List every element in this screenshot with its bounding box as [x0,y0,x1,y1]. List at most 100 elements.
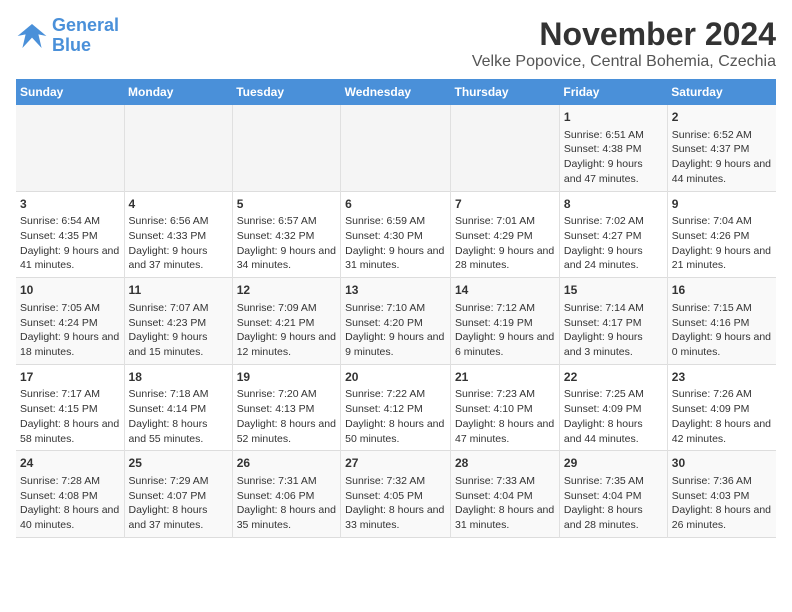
day-number: 5 [237,196,336,213]
day-number: 28 [455,455,555,472]
day-info: Sunrise: 7:31 AM Sunset: 4:06 PM Dayligh… [237,474,336,533]
day-info: Sunrise: 6:52 AM Sunset: 4:37 PM Dayligh… [672,128,772,187]
calendar-cell [16,105,124,191]
day-info: Sunrise: 7:18 AM Sunset: 4:14 PM Dayligh… [129,387,228,446]
day-info: Sunrise: 7:22 AM Sunset: 4:12 PM Dayligh… [345,387,446,446]
day-number: 9 [672,196,772,213]
calendar-cell: 26 Sunrise: 7:31 AM Sunset: 4:06 PM Dayli… [232,451,340,538]
day-info: Sunrise: 7:15 AM Sunset: 4:16 PM Dayligh… [672,301,772,360]
calendar-cell [451,105,560,191]
day-info: Sunrise: 7:20 AM Sunset: 4:13 PM Dayligh… [237,387,336,446]
day-info: Sunrise: 7:33 AM Sunset: 4:04 PM Dayligh… [455,474,555,533]
page-title: November 2024 [472,16,776,53]
header-thursday: Thursday [451,79,560,105]
calendar-cell: 23Sunrise: 7:26 AM Sunset: 4:09 PM Dayli… [667,364,776,451]
day-number: 2 [672,109,772,126]
day-info: Sunrise: 7:28 AM Sunset: 4:08 PM Dayligh… [20,474,120,533]
title-block: November 2024 Velke Popovice, Central Bo… [472,16,776,71]
day-number: 4 [129,196,228,213]
day-number: 30 [672,455,772,472]
day-number: 15 [564,282,663,299]
calendar-cell: 27 Sunrise: 7:32 AM Sunset: 4:05 PM Dayli… [341,451,451,538]
day-number: 26 [237,455,336,472]
calendar-cell: 25 Sunrise: 7:29 AM Sunset: 4:07 PM Dayli… [124,451,232,538]
day-info: Sunrise: 7:26 AM Sunset: 4:09 PM Dayligh… [672,387,772,446]
day-info: Sunrise: 7:29 AM Sunset: 4:07 PM Dayligh… [129,474,228,533]
day-number: 19 [237,369,336,386]
page-subtitle: Velke Popovice, Central Bohemia, Czechia [472,53,776,71]
day-info: Sunrise: 7:09 AM Sunset: 4:21 PM Dayligh… [237,301,336,360]
calendar-cell: 16 Sunrise: 7:15 AM Sunset: 4:16 PM Dayli… [667,278,776,365]
calendar-cell: 4Sunrise: 6:56 AM Sunset: 4:33 PM Daylig… [124,191,232,278]
calendar-cell: 8Sunrise: 7:02 AM Sunset: 4:27 PM Daylig… [559,191,667,278]
day-number: 24 [20,455,120,472]
day-info: Sunrise: 7:07 AM Sunset: 4:23 PM Dayligh… [129,301,228,360]
day-number: 25 [129,455,228,472]
day-number: 13 [345,282,446,299]
day-number: 23 [672,369,772,386]
day-number: 10 [20,282,120,299]
calendar-cell: 18Sunrise: 7:18 AM Sunset: 4:14 PM Dayli… [124,364,232,451]
day-info: Sunrise: 7:10 AM Sunset: 4:20 PM Dayligh… [345,301,446,360]
calendar-cell: 12 Sunrise: 7:09 AM Sunset: 4:21 PM Dayli… [232,278,340,365]
day-info: Sunrise: 7:05 AM Sunset: 4:24 PM Dayligh… [20,301,120,360]
calendar-cell: 14Sunrise: 7:12 AM Sunset: 4:19 PM Dayli… [451,278,560,365]
page-header: General Blue November 2024 Velke Popovic… [16,16,776,71]
day-info: Sunrise: 7:14 AM Sunset: 4:17 PM Dayligh… [564,301,663,360]
day-number: 1 [564,109,663,126]
calendar-cell: 2 Sunrise: 6:52 AM Sunset: 4:37 PM Daylig… [667,105,776,191]
calendar-cell: 10 Sunrise: 7:05 AM Sunset: 4:24 PM Dayli… [16,278,124,365]
calendar-cell: 17Sunrise: 7:17 AM Sunset: 4:15 PM Dayli… [16,364,124,451]
day-info: Sunrise: 7:01 AM Sunset: 4:29 PM Dayligh… [455,214,555,273]
day-info: Sunrise: 7:12 AM Sunset: 4:19 PM Dayligh… [455,301,555,360]
day-number: 6 [345,196,446,213]
day-number: 22 [564,369,663,386]
day-number: 20 [345,369,446,386]
day-info: Sunrise: 7:04 AM Sunset: 4:26 PM Dayligh… [672,214,772,273]
calendar-week-row: 1 Sunrise: 6:51 AM Sunset: 4:38 PM Daylig… [16,105,776,191]
calendar-week-row: 17Sunrise: 7:17 AM Sunset: 4:15 PM Dayli… [16,364,776,451]
day-number: 27 [345,455,446,472]
calendar-cell: 7Sunrise: 7:01 AM Sunset: 4:29 PM Daylig… [451,191,560,278]
day-info: Sunrise: 7:32 AM Sunset: 4:05 PM Dayligh… [345,474,446,533]
logo-text: General Blue [52,16,119,56]
header-saturday: Saturday [667,79,776,105]
day-number: 16 [672,282,772,299]
day-info: Sunrise: 7:36 AM Sunset: 4:03 PM Dayligh… [672,474,772,533]
day-number: 12 [237,282,336,299]
header-friday: Friday [559,79,667,105]
calendar-cell: 19Sunrise: 7:20 AM Sunset: 4:13 PM Dayli… [232,364,340,451]
day-info: Sunrise: 6:57 AM Sunset: 4:32 PM Dayligh… [237,214,336,273]
header-monday: Monday [124,79,232,105]
calendar-cell [124,105,232,191]
calendar-cell: 22Sunrise: 7:25 AM Sunset: 4:09 PM Dayli… [559,364,667,451]
calendar-cell [341,105,451,191]
calendar-cell: 24 Sunrise: 7:28 AM Sunset: 4:08 PM Dayli… [16,451,124,538]
day-info: Sunrise: 6:54 AM Sunset: 4:35 PM Dayligh… [20,214,120,273]
calendar-cell: 30 Sunrise: 7:36 AM Sunset: 4:03 PM Dayli… [667,451,776,538]
day-info: Sunrise: 6:59 AM Sunset: 4:30 PM Dayligh… [345,214,446,273]
day-number: 21 [455,369,555,386]
logo-icon [16,20,48,52]
day-number: 18 [129,369,228,386]
header-sunday: Sunday [16,79,124,105]
day-info: Sunrise: 7:17 AM Sunset: 4:15 PM Dayligh… [20,387,120,446]
day-info: Sunrise: 7:02 AM Sunset: 4:27 PM Dayligh… [564,214,663,273]
calendar-week-row: 24 Sunrise: 7:28 AM Sunset: 4:08 PM Dayli… [16,451,776,538]
calendar-header-row: SundayMondayTuesdayWednesdayThursdayFrid… [16,79,776,105]
day-info: Sunrise: 6:56 AM Sunset: 4:33 PM Dayligh… [129,214,228,273]
day-number: 29 [564,455,663,472]
day-number: 8 [564,196,663,213]
day-info: Sunrise: 6:51 AM Sunset: 4:38 PM Dayligh… [564,128,663,187]
calendar-cell: 29 Sunrise: 7:35 AM Sunset: 4:04 PM Dayli… [559,451,667,538]
calendar-cell: 9Sunrise: 7:04 AM Sunset: 4:26 PM Daylig… [667,191,776,278]
calendar-cell: 3Sunrise: 6:54 AM Sunset: 4:35 PM Daylig… [16,191,124,278]
day-number: 3 [20,196,120,213]
day-info: Sunrise: 7:35 AM Sunset: 4:04 PM Dayligh… [564,474,663,533]
calendar-table: SundayMondayTuesdayWednesdayThursdayFrid… [16,79,776,538]
logo: General Blue [16,16,119,56]
header-wednesday: Wednesday [341,79,451,105]
calendar-cell: 6Sunrise: 6:59 AM Sunset: 4:30 PM Daylig… [341,191,451,278]
calendar-cell: 5Sunrise: 6:57 AM Sunset: 4:32 PM Daylig… [232,191,340,278]
calendar-cell: 28 Sunrise: 7:33 AM Sunset: 4:04 PM Dayli… [451,451,560,538]
